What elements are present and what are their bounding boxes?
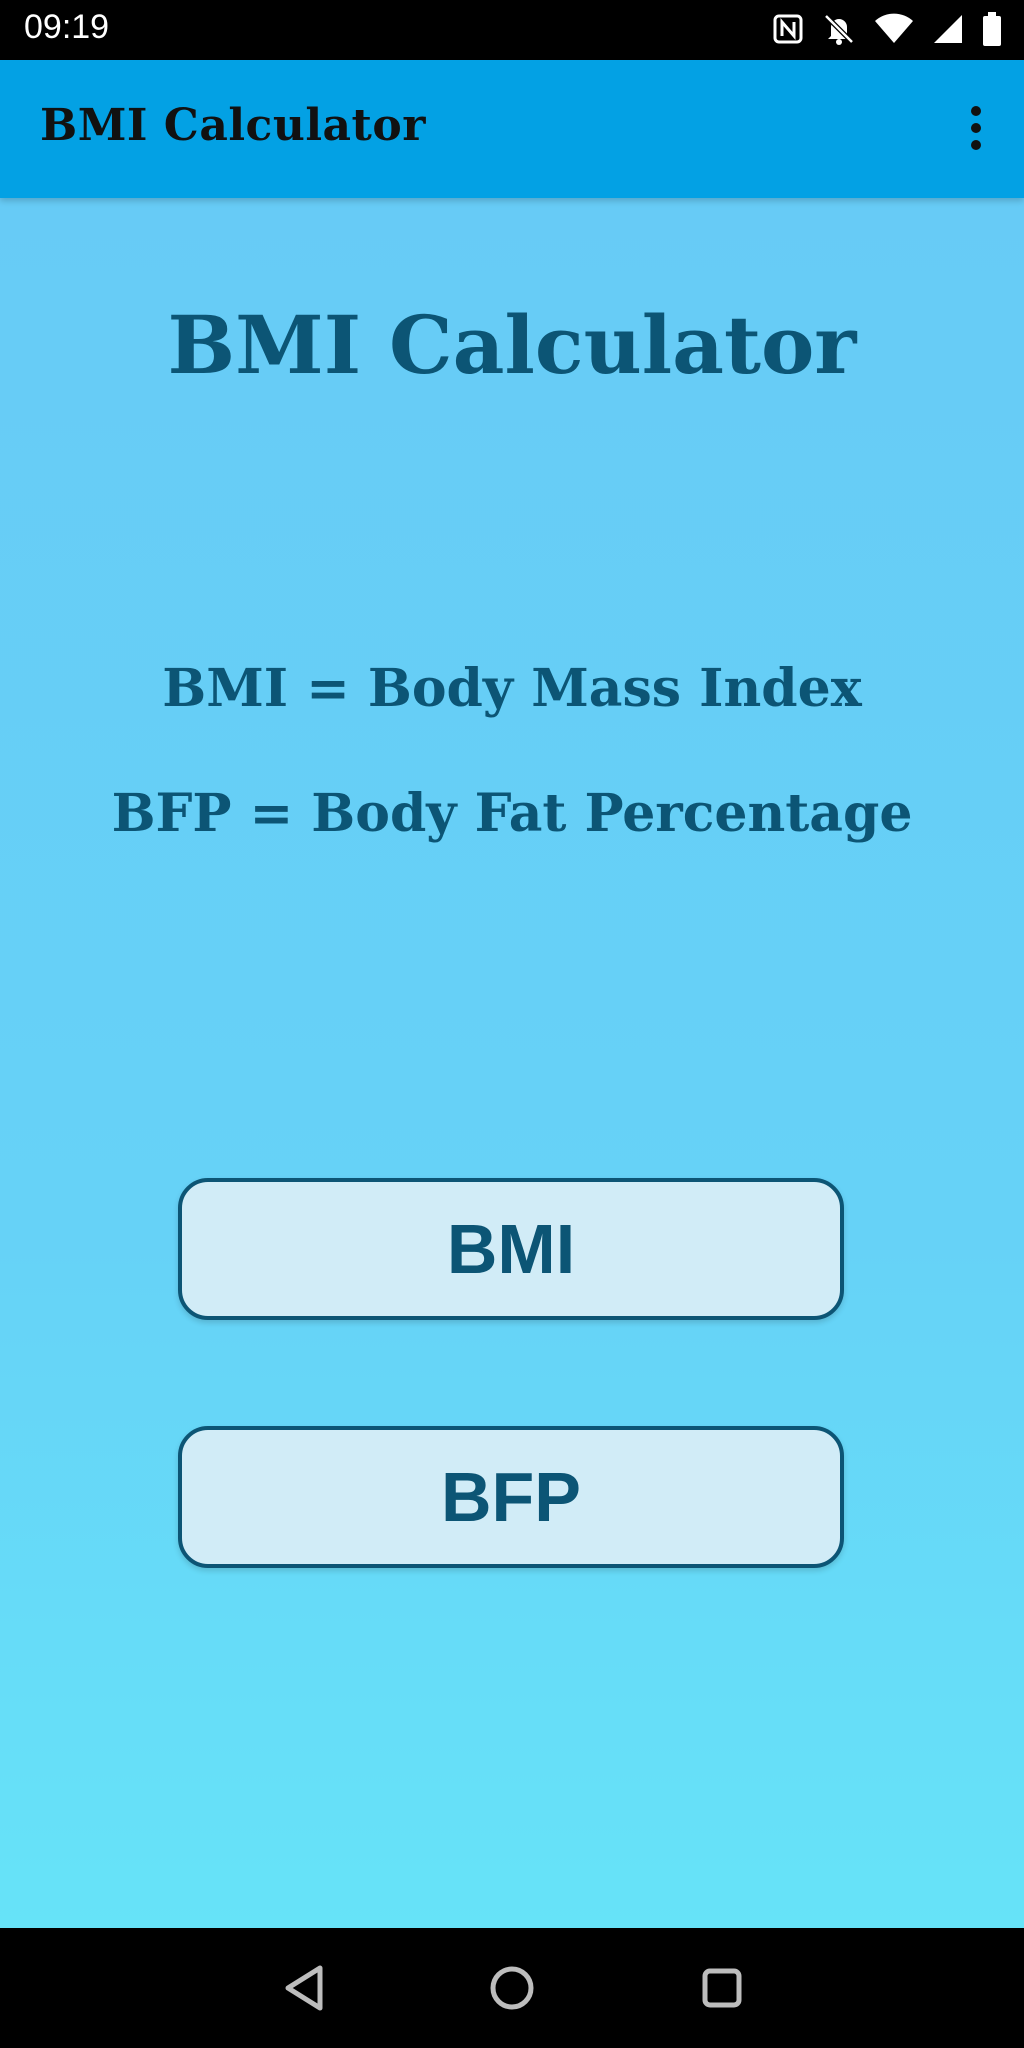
cellular-signal-icon xyxy=(932,13,964,45)
app-bar-title: BMI Calculator xyxy=(40,100,426,151)
notifications-off-icon xyxy=(822,12,856,46)
status-time: 09:19 xyxy=(24,8,110,46)
status-icons xyxy=(772,12,1002,46)
page-title: BMI Calculator xyxy=(167,298,857,392)
app-bar: BMI Calculator xyxy=(0,60,1024,198)
status-bar: 09:19 xyxy=(0,0,1024,60)
navigation-bar xyxy=(0,1928,1024,2048)
bfp-button[interactable]: BFP xyxy=(178,1426,844,1568)
back-icon[interactable] xyxy=(272,1956,336,2020)
home-icon[interactable] xyxy=(480,1956,544,2020)
more-vert-icon[interactable] xyxy=(952,96,1000,160)
menu-dot xyxy=(971,123,981,133)
bmi-definition: BMI = Body Mass Index xyxy=(162,658,862,719)
menu-dot xyxy=(971,106,981,116)
screen: 09:19 BMI Calculator BMI Calculator BMI … xyxy=(0,0,1024,2048)
main-content: BMI Calculator BMI = Body Mass Index BFP… xyxy=(0,198,1024,1928)
battery-icon xyxy=(982,12,1002,46)
wifi-icon xyxy=(874,13,914,45)
menu-dot xyxy=(971,140,981,150)
bfp-definition: BFP = Body Fat Percentage xyxy=(111,783,913,844)
bmi-button[interactable]: BMI xyxy=(178,1178,844,1320)
nfc-icon xyxy=(772,13,804,45)
recents-icon[interactable] xyxy=(690,1956,754,2020)
